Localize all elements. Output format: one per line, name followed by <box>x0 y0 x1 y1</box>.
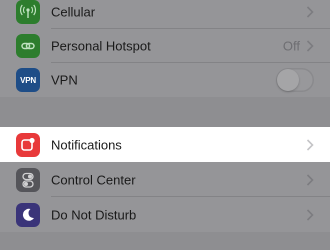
notifications-group: Notifications <box>0 127 330 162</box>
vpn-icon: VPN <box>16 68 40 92</box>
notifications-label: Notifications <box>51 137 122 152</box>
moon-icon <box>16 202 40 227</box>
do-not-disturb-label: Do Not Disturb <box>51 207 137 222</box>
chevron-right-icon <box>306 40 314 52</box>
system-settings-group: Control Center Do Not Disturb <box>0 162 330 232</box>
vpn-icon-text: VPN <box>20 75 36 85</box>
notifications-row[interactable]: Notifications <box>0 127 330 162</box>
chevron-right-icon <box>306 138 314 151</box>
vpn-toggle[interactable] <box>276 68 314 92</box>
settings-screen: { "group1": { "cellular": { "label": "Ce… <box>0 0 330 250</box>
chain-link-icon <box>16 34 40 58</box>
antenna-icon <box>16 0 40 24</box>
hotspot-status: Off <box>282 38 300 54</box>
chevron-right-icon <box>306 173 314 186</box>
chevron-right-icon <box>306 208 314 221</box>
vpn-label: VPN <box>51 72 78 88</box>
notification-badge-icon <box>16 132 40 157</box>
toggle-knob <box>277 69 299 91</box>
do-not-disturb-row[interactable]: Do Not Disturb <box>0 197 330 232</box>
personal-hotspot-label: Personal Hotspot <box>51 38 151 54</box>
control-center-label: Control Center <box>51 172 136 187</box>
network-settings-group: Cellular Personal Hotspot Off VPN VPN <box>0 0 330 97</box>
cellular-label: Cellular <box>51 4 96 20</box>
chevron-right-icon <box>306 6 314 18</box>
vpn-row: VPN VPN <box>0 63 330 97</box>
control-center-row[interactable]: Control Center <box>0 162 330 197</box>
toggles-icon <box>16 167 40 192</box>
cellular-row[interactable]: Cellular <box>0 0 330 29</box>
personal-hotspot-row[interactable]: Personal Hotspot Off <box>0 29 330 63</box>
